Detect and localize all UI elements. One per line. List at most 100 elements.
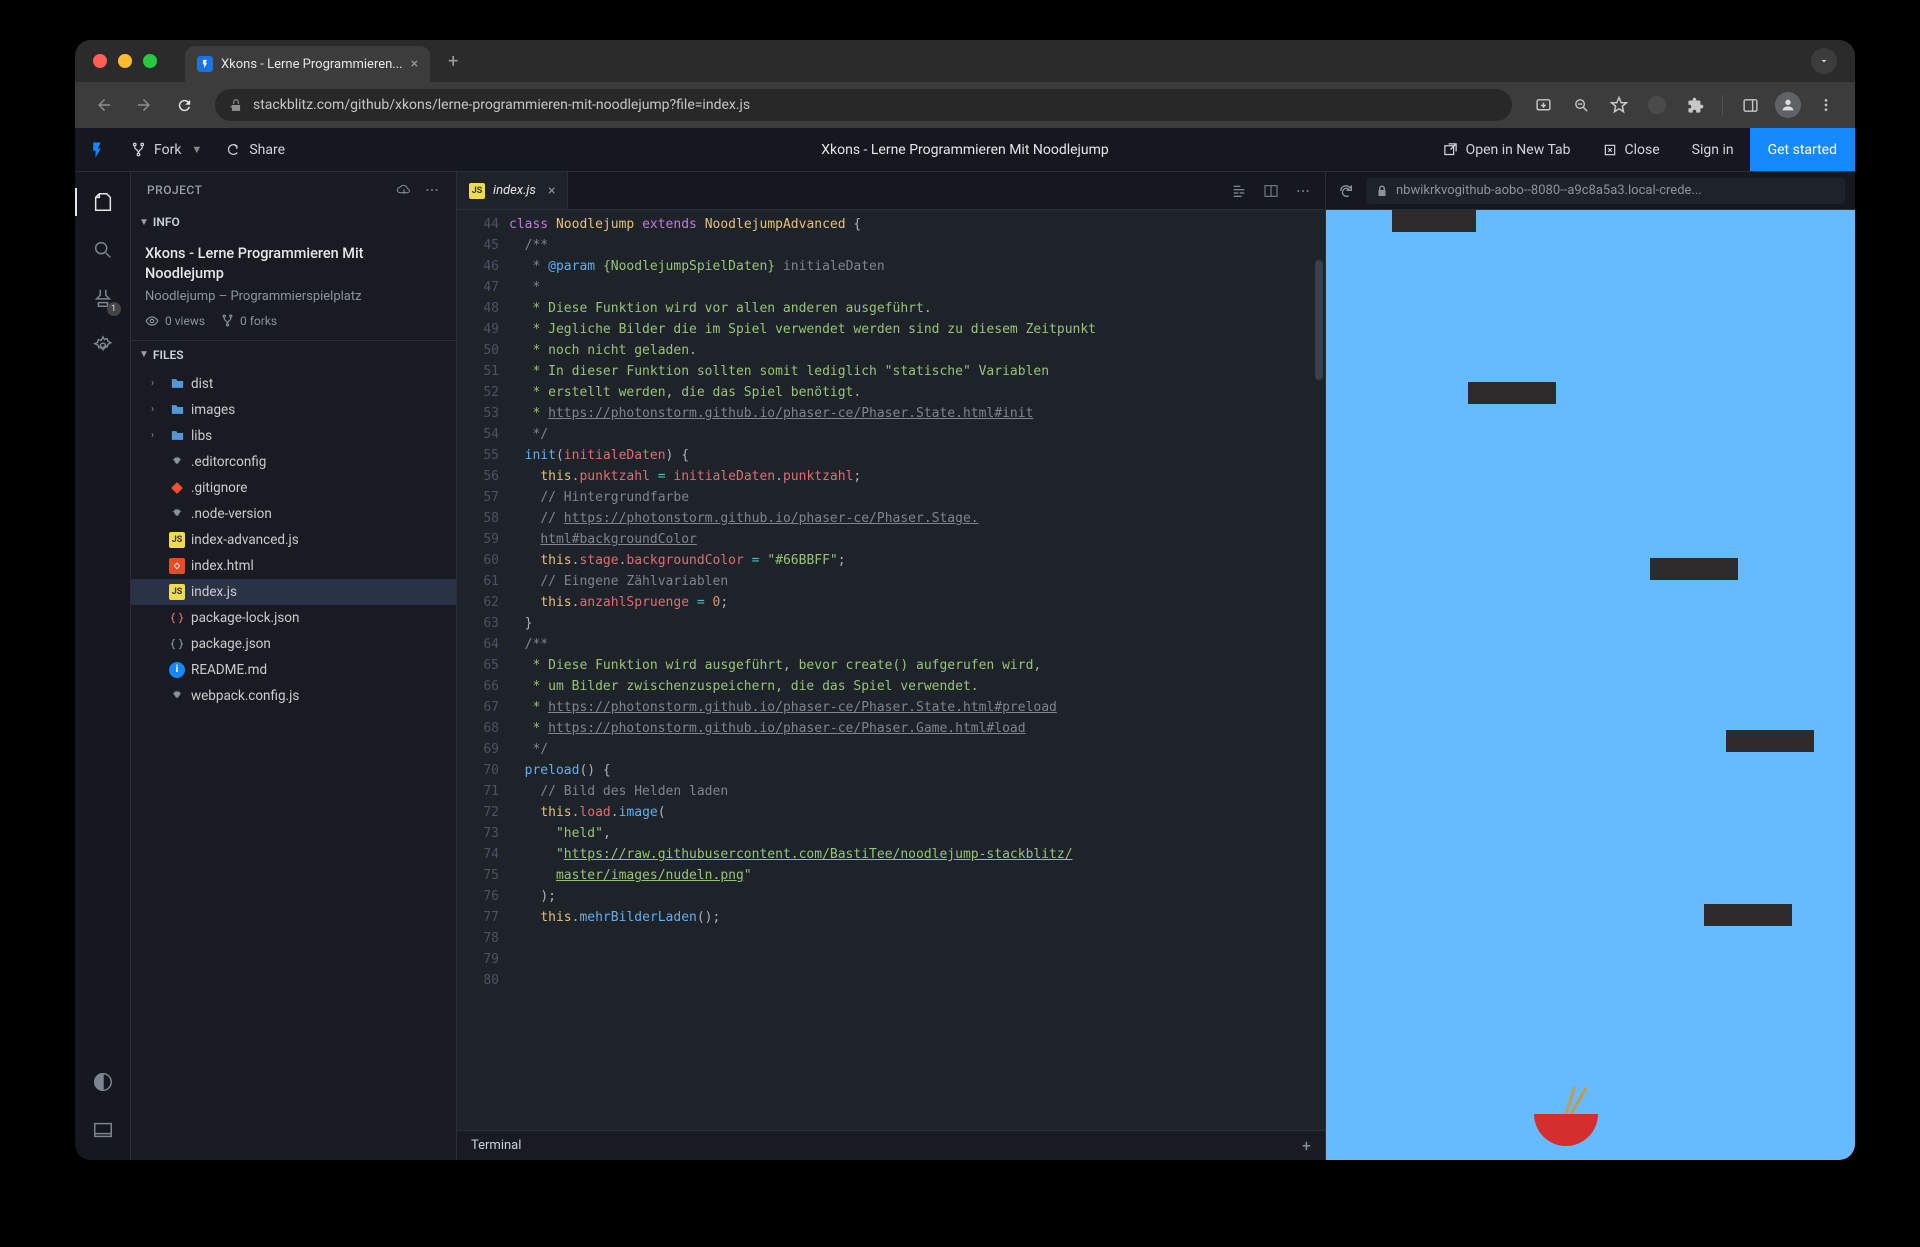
- fork-icon: [131, 142, 146, 157]
- line-gutter: 4445464748495051525354555657585960616263…: [457, 210, 509, 1130]
- install-app-icon[interactable]: [1526, 88, 1560, 122]
- prettier-icon[interactable]: [1231, 183, 1247, 199]
- add-terminal-icon[interactable]: +: [1302, 1136, 1311, 1155]
- activity-settings[interactable]: [81, 324, 125, 368]
- preview-url-text: nbwikrkvogithub-aobo--8080--a9c8a5a3.loc…: [1396, 183, 1702, 198]
- js-icon: JS: [469, 183, 485, 199]
- close-preview-button[interactable]: Close: [1587, 128, 1676, 171]
- cog-icon: [169, 506, 185, 522]
- preview-reload-icon[interactable]: [1336, 181, 1356, 201]
- tree-file-editorconfig[interactable]: .editorconfig: [131, 449, 456, 475]
- tree-file-pkglock[interactable]: package-lock.json: [131, 605, 456, 631]
- forks-stat: 0 forks: [221, 314, 277, 328]
- chevron-down-icon: ▼: [191, 143, 202, 156]
- tree-file-gitignore[interactable]: .gitignore: [131, 475, 456, 501]
- url-text: stackblitz.com/github/xkons/lerne-progra…: [253, 97, 750, 113]
- activity-layout[interactable]: [81, 1108, 125, 1152]
- game-hero-sprite: [1534, 1106, 1598, 1146]
- info-section-header[interactable]: ▼INFO: [131, 208, 456, 236]
- tree-file-indexjs[interactable]: JSindex.js: [131, 579, 456, 605]
- tabs-dropdown-icon[interactable]: [1811, 48, 1837, 74]
- project-label: PROJECT: [147, 183, 202, 197]
- editor-scrollbar[interactable]: [1313, 210, 1325, 1130]
- fork-label: Fork: [154, 142, 181, 158]
- editor-tab-indexjs[interactable]: JS index.js ×: [457, 172, 568, 209]
- site-settings-icon[interactable]: [229, 98, 243, 112]
- game-platform: [1726, 730, 1814, 752]
- sidepanel-icon[interactable]: [1733, 88, 1767, 122]
- tree-folder-images[interactable]: ›images: [131, 397, 456, 423]
- preview-url-bar[interactable]: nbwikrkvogithub-aobo--8080--a9c8a5a3.loc…: [1366, 178, 1845, 204]
- bookmark-icon[interactable]: [1602, 88, 1636, 122]
- get-started-label: Get started: [1768, 142, 1837, 158]
- game-platform: [1650, 558, 1738, 580]
- zoom-icon[interactable]: [1564, 88, 1598, 122]
- reload-button[interactable]: [167, 88, 201, 122]
- ports-badge: 1: [107, 302, 121, 316]
- tree-file-indexhtml[interactable]: ◇index.html: [131, 553, 456, 579]
- tree-file-pkg[interactable]: package.json: [131, 631, 456, 657]
- preview-canvas[interactable]: [1326, 210, 1855, 1160]
- window-maximize-macos[interactable]: [143, 54, 157, 68]
- code-editor[interactable]: class Noodlejump extends NoodlejumpAdvan…: [509, 210, 1325, 1130]
- cloud-icon[interactable]: [396, 182, 412, 198]
- game-platform: [1468, 382, 1556, 404]
- activity-search[interactable]: [81, 228, 125, 272]
- window-minimize-macos[interactable]: [118, 54, 132, 68]
- tree-file-indexadv[interactable]: JSindex-advanced.js: [131, 527, 456, 553]
- editor-more-icon[interactable]: [1295, 183, 1311, 199]
- get-started-button[interactable]: Get started: [1750, 128, 1855, 171]
- info-icon: i: [169, 662, 185, 678]
- js-icon: JS: [169, 584, 185, 600]
- toolbar-divider: [1722, 95, 1723, 115]
- cog-icon: [169, 454, 185, 470]
- game-platform: [1392, 210, 1476, 232]
- fork-button[interactable]: Fork ▼: [119, 128, 214, 171]
- close-editor-tab-icon[interactable]: ×: [548, 183, 555, 199]
- terminal-label: Terminal: [471, 1138, 521, 1153]
- activity-ports[interactable]: 1: [81, 276, 125, 320]
- terminal-panel-header[interactable]: Terminal +: [457, 1130, 1325, 1160]
- tree-folder-dist[interactable]: ›dist: [131, 371, 456, 397]
- extensions-icon[interactable]: [1678, 88, 1712, 122]
- project-title-header: Xkons - Lerne Programmieren Mit Noodleju…: [821, 142, 1109, 158]
- share-button[interactable]: Share: [214, 128, 297, 171]
- extension-icon[interactable]: [1640, 88, 1674, 122]
- git-icon: [169, 480, 185, 496]
- address-bar[interactable]: stackblitz.com/github/xkons/lerne-progra…: [215, 89, 1512, 121]
- more-icon[interactable]: [424, 182, 440, 198]
- files-label: FILES: [153, 348, 184, 362]
- project-name: Xkons - Lerne Programmieren Mit Noodleju…: [145, 244, 442, 285]
- split-editor-icon[interactable]: [1263, 183, 1279, 199]
- game-platform: [1704, 904, 1792, 926]
- json-icon: [169, 636, 185, 652]
- window-close-macos[interactable]: [93, 54, 107, 68]
- tree-file-readme[interactable]: iREADME.md: [131, 657, 456, 683]
- activity-explorer[interactable]: [81, 180, 125, 224]
- stackblitz-logo-icon[interactable]: [75, 128, 119, 171]
- tree-file-webpack[interactable]: webpack.config.js: [131, 683, 456, 709]
- browser-tab[interactable]: Xkons - Lerne Programmieren... ×: [185, 46, 430, 82]
- html-icon: ◇: [169, 558, 185, 574]
- info-label: INFO: [153, 215, 180, 229]
- views-stat: 0 views: [145, 314, 205, 328]
- eye-icon: [145, 314, 159, 328]
- tree-folder-libs[interactable]: ›libs: [131, 423, 456, 449]
- menu-icon[interactable]: [1809, 88, 1843, 122]
- favicon-icon: [197, 56, 213, 72]
- nav-back-button[interactable]: [87, 88, 121, 122]
- tree-file-nodeversion[interactable]: .node-version: [131, 501, 456, 527]
- sign-in-button[interactable]: Sign in: [1676, 128, 1750, 171]
- new-tab-button[interactable]: +: [440, 47, 466, 76]
- nav-forward-button: [127, 88, 161, 122]
- folder-icon: [169, 428, 185, 444]
- close-tab-icon[interactable]: ×: [411, 56, 418, 72]
- profile-icon[interactable]: [1771, 88, 1805, 122]
- open-new-tab-button[interactable]: Open in New Tab: [1427, 128, 1587, 171]
- share-label: Share: [249, 142, 285, 158]
- project-description: Noodlejump – Programmierspielplatz: [145, 289, 442, 304]
- folder-icon: [169, 376, 185, 392]
- activity-theme[interactable]: [81, 1060, 125, 1104]
- files-section-header[interactable]: ▼FILES: [131, 341, 456, 369]
- close-label: Close: [1625, 142, 1660, 158]
